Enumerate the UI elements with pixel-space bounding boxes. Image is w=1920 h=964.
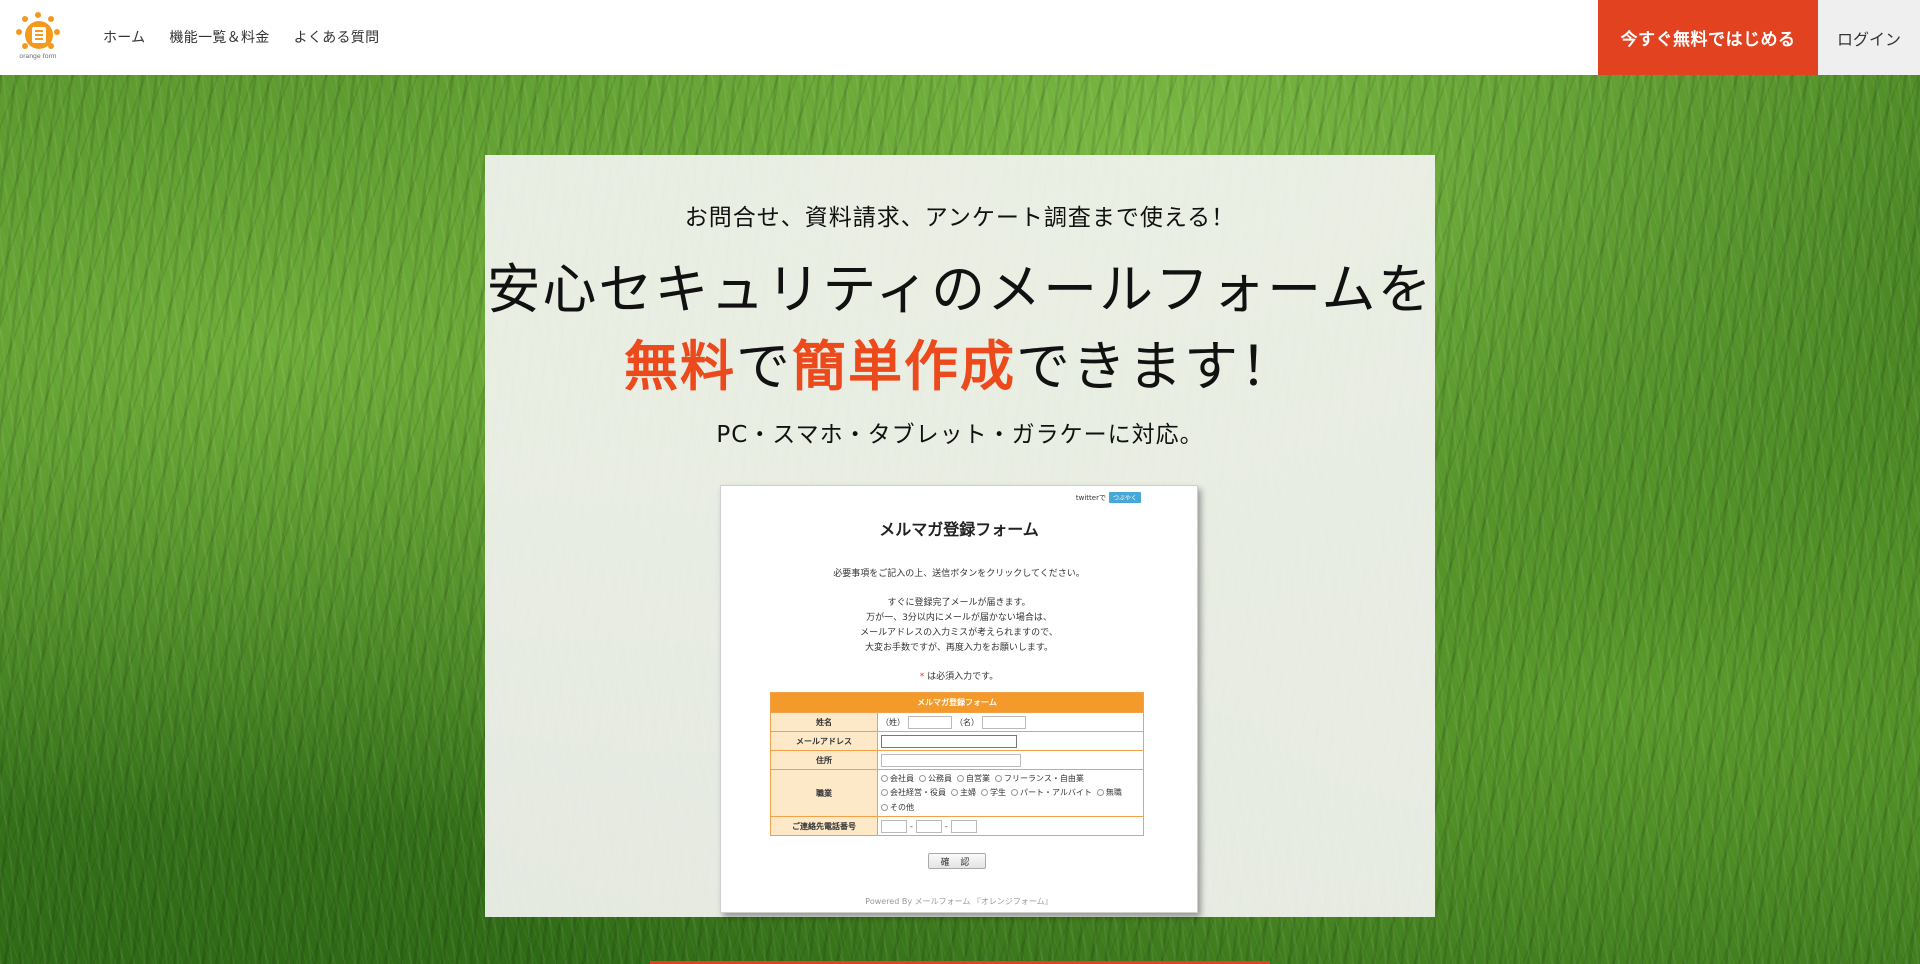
radio-icon [951, 789, 958, 797]
row-address: 住所 [771, 750, 1143, 769]
radio-icon [995, 775, 1002, 783]
login-button[interactable]: ログイン [1818, 0, 1920, 75]
job-option: 主婦 [951, 787, 976, 798]
hero-panel: お問合せ、資料請求、アンケート調査まで使える！ 安心セキュリティのメールフォーム… [485, 155, 1435, 917]
sample-form-screenshot: twitterで つぶやく メルマガ登録フォーム 必要事項をご記入の上、送信ボタ… [720, 485, 1198, 913]
job-option: その他 [881, 802, 914, 813]
note-line: メールアドレスの入力ミスが考えられますので、 [860, 628, 1058, 638]
label-address: 住所 [771, 751, 878, 769]
job-option: 自営業 [957, 773, 990, 784]
radio-icon [981, 789, 988, 797]
nav-features-pricing[interactable]: 機能一覧＆料金 [169, 27, 269, 47]
cell-job: 会社員 公務員 自営業 フリーランス・自由業 会社経営・役員 主婦 学生 パート… [878, 770, 1143, 816]
label-phone: ご連絡先電話番号 [771, 817, 878, 835]
document-icon [32, 27, 46, 43]
sample-form-table: メルマガ登録フォーム 姓名 （姓） （名） メールアドレス 住所 職業 会社員 … [770, 692, 1144, 836]
phone-separator: - [910, 821, 913, 831]
hero-section: お問合せ、資料請求、アンケート調査まで使える！ 安心セキュリティのメールフォーム… [0, 75, 1920, 964]
radio-icon [1011, 789, 1018, 797]
radio-icon [957, 775, 964, 783]
start-free-button[interactable]: 今すぐ無料ではじめる [1598, 0, 1818, 75]
powered-by-text: Powered By メールフォーム 『オレンジフォーム』 [865, 897, 1053, 906]
main-nav: ホーム 機能一覧＆料金 よくある質問 [103, 27, 379, 47]
phone-input-1 [881, 819, 907, 833]
logo-sun-icon [16, 12, 60, 54]
note-line: すぐに登録完了メールが届きます。 [887, 598, 1031, 608]
last-name-caption: （姓） [881, 717, 905, 727]
label-email: メールアドレス [771, 732, 878, 750]
job-options-line3: その他 [881, 802, 1140, 813]
last-name-input [908, 715, 952, 729]
orange-form-logo[interactable]: orange form [14, 12, 62, 64]
radio-icon [881, 803, 888, 811]
row-job: 職業 会社員 公務員 自営業 フリーランス・自由業 会社経営・役員 主婦 学生 [771, 769, 1143, 816]
radio-icon [881, 789, 888, 797]
site-header: orange form ホーム 機能一覧＆料金 よくある質問 今すぐ無料ではじめ… [0, 0, 1920, 75]
hero-subline: PC・スマホ・タブレット・ガラケーに対応。 [716, 422, 1204, 448]
first-name-input [982, 715, 1026, 729]
job-option: 公務員 [919, 773, 952, 784]
headline-end: できます！ [1016, 335, 1296, 398]
sample-form-notes: すぐに登録完了メールが届きます。 万が一、3分以内にメールが届かない場合は、 メ… [721, 596, 1197, 656]
radio-icon [919, 775, 926, 783]
radio-icon [881, 775, 888, 783]
cell-email [878, 732, 1143, 750]
first-name-caption: （名） [955, 717, 979, 727]
row-name: 姓名 （姓） （名） [771, 712, 1143, 731]
twitter-share: twitterで つぶやく [1076, 492, 1141, 503]
required-text: は必須入力です。 [924, 672, 999, 682]
tweet-button: つぶやく [1108, 492, 1141, 503]
cell-address [878, 751, 1143, 769]
job-option: パート・アルバイト [1011, 787, 1092, 798]
address-input [881, 753, 1021, 767]
logo-text: orange form [19, 53, 57, 60]
note-line: 大変お手数ですが、再度入力をお願いします。 [865, 643, 1053, 653]
job-option: 会社経営・役員 [881, 787, 946, 798]
headline-easy: 簡単作成 [792, 335, 1016, 398]
note-line: 万が一、3分以内にメールが届かない場合は、 [866, 613, 1052, 623]
hero-headline-line2: 無料で簡単作成できます！ [485, 322, 1435, 401]
row-phone: ご連絡先電話番号 - - [771, 816, 1143, 835]
job-option: 学生 [981, 787, 1006, 798]
radio-icon [1096, 789, 1104, 797]
headline-free: 無料 [624, 335, 736, 398]
sample-confirm-button: 確 認 [928, 853, 986, 869]
phone-input-3 [950, 819, 977, 833]
sample-form-title: メルマガ登録フォーム [879, 520, 1039, 539]
row-email: メールアドレス [771, 731, 1143, 750]
hero-headline-line1: 安心セキュリティのメールフォームを [486, 258, 1434, 321]
cell-phone: - - [878, 817, 1143, 835]
sample-form-intro: 必要事項をご記入の上、送信ボタンをクリックしてください。 [833, 569, 1085, 579]
job-option: 会社員 [881, 773, 914, 784]
nav-faq[interactable]: よくある質問 [294, 27, 380, 47]
label-job: 職業 [771, 770, 878, 816]
phone-separator: - [944, 821, 948, 831]
cell-name: （姓） （名） [878, 713, 1143, 731]
twitter-text: twitterで [1075, 493, 1106, 502]
job-options-line2: 会社経営・役員 主婦 学生 パート・アルバイト 無職 [881, 787, 1140, 798]
label-name: 姓名 [771, 713, 878, 731]
hero-eyebrow: お問合せ、資料請求、アンケート調査まで使える！ [684, 205, 1236, 231]
job-option: 無職 [1096, 787, 1122, 798]
nav-home[interactable]: ホーム [103, 27, 145, 47]
sample-table-header: メルマガ登録フォーム [771, 693, 1143, 712]
job-option: フリーランス・自由業 [995, 773, 1084, 784]
job-options-line1: 会社員 公務員 自営業 フリーランス・自由業 [881, 773, 1140, 784]
required-note: * は必須入力です。 [721, 669, 1197, 682]
email-input [881, 734, 1017, 748]
phone-input-2 [915, 819, 942, 833]
headline-de: で [736, 335, 792, 398]
